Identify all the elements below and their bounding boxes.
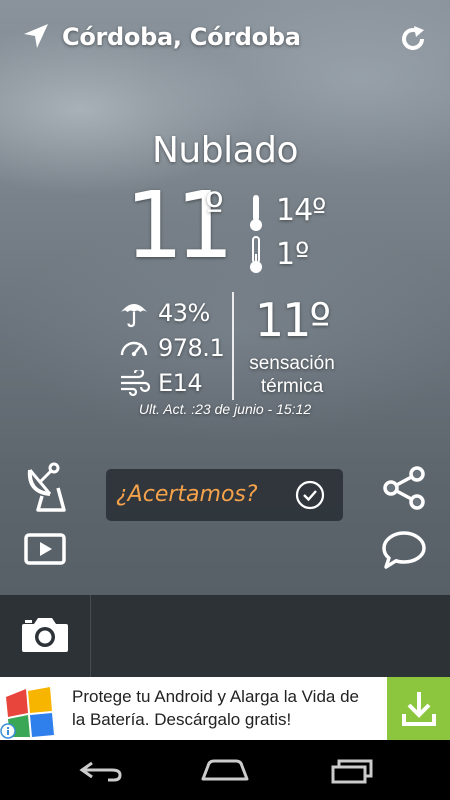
satellite-icon[interactable] (24, 462, 68, 514)
back-icon[interactable] (78, 760, 124, 782)
thermometer-high-icon (248, 194, 264, 232)
pressure-value: 978.1 (158, 334, 225, 362)
system-navbar (0, 740, 450, 800)
check-circle-icon (295, 480, 325, 510)
video-play-icon[interactable] (24, 533, 66, 565)
share-icon[interactable] (382, 466, 426, 510)
recent-apps-icon[interactable] (330, 758, 374, 784)
refresh-icon[interactable] (398, 24, 428, 54)
thermometer-low-icon (248, 236, 264, 274)
download-icon (401, 690, 437, 728)
feels-like-label-line1: sensación (249, 353, 335, 374)
last-updated: Ult. Act. :23 de junio - 15:12 (138, 401, 312, 417)
rain-probability: 43% (158, 299, 210, 327)
max-temperature: 14º (276, 193, 326, 228)
comment-icon[interactable] (381, 530, 427, 570)
camera-icon[interactable] (20, 614, 70, 654)
wind-value: E14 (158, 369, 203, 397)
ad-banner[interactable]: Protege tu Android y Alarga la Vida de l… (0, 677, 450, 740)
temperature-degree: º (205, 185, 224, 231)
feels-like-label: sensación térmica (234, 352, 350, 398)
ad-info-icon[interactable] (0, 723, 16, 739)
location-name[interactable]: Córdoba, Córdoba (62, 22, 301, 52)
gauge-icon (119, 335, 149, 359)
bottom-bar-divider (90, 595, 91, 677)
home-icon[interactable] (200, 758, 250, 782)
feedback-label: ¿Acertamos? (116, 482, 258, 507)
min-temperature: 1º (276, 237, 310, 272)
feels-like-label-line2: térmica (260, 376, 324, 397)
ad-download-button[interactable] (387, 677, 450, 740)
feels-like-value: 11º (254, 293, 331, 347)
ad-text: Protege tu Android y Alarga la Vida de l… (72, 687, 359, 729)
feedback-button[interactable]: ¿Acertamos? (106, 469, 343, 521)
umbrella-icon (119, 298, 149, 328)
weather-condition: Nublado (151, 130, 299, 171)
wind-icon (119, 370, 151, 396)
navigation-arrow-icon[interactable] (22, 22, 50, 50)
